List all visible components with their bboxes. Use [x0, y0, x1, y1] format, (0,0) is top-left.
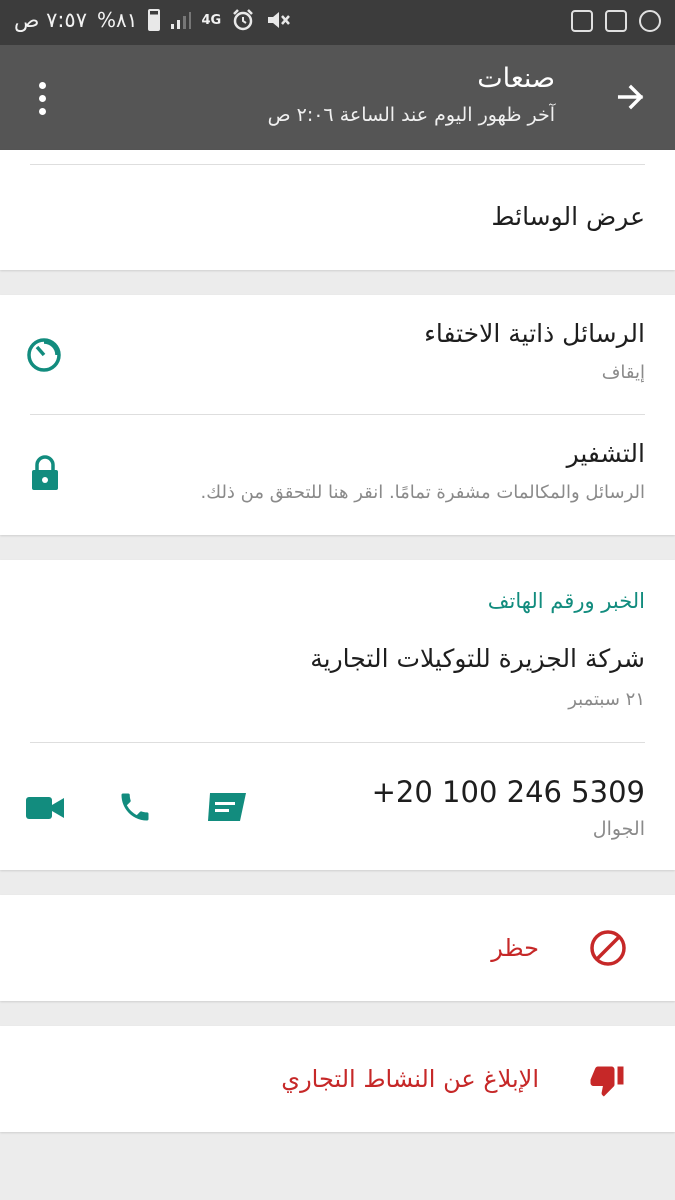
divider	[30, 164, 645, 165]
alarm-icon	[233, 9, 254, 31]
last-seen-text: آخر ظهور اليوم عند الساعة ٢:٠٦ ص	[267, 104, 555, 126]
network-type: 4G	[201, 12, 222, 28]
dot-icon	[38, 107, 46, 115]
media-card: عرض الوسائط	[0, 150, 675, 270]
report-card: الإبلاغ عن النشاط التجاري	[0, 1026, 675, 1132]
privacy-card: الرسائل ذاتية الاختفاء إيقاف التشفير الر…	[0, 295, 675, 535]
about-section-header: الخبر ورقم الهاتف	[487, 589, 645, 613]
encryption-description: الرسائل والمكالمات مشفرة تمامًا. انقر هن…	[200, 482, 645, 503]
message-icon[interactable]	[204, 788, 250, 828]
disappearing-messages-item[interactable]: الرسائل ذاتية الاختفاء إيقاف	[0, 295, 675, 413]
phone-item[interactable]: +20 100 246 5309 الجوال	[0, 743, 675, 870]
contact-title[interactable]: صنعات آخر ظهور اليوم عند الساعة ٢:٠٦ ص	[268, 61, 555, 129]
block-item[interactable]: حظر	[0, 895, 675, 1001]
thumbs-down-icon	[587, 1060, 627, 1100]
voice-call-icon[interactable]	[114, 786, 156, 828]
about-card: الخبر ورقم الهاتف شركة الجزيرة للتوكيلات…	[0, 560, 675, 870]
block-label: حظر	[491, 934, 539, 962]
more-options-button[interactable]	[22, 75, 62, 121]
video-call-icon[interactable]	[24, 788, 66, 828]
disappearing-title: الرسائل ذاتية الاختفاء	[424, 319, 645, 348]
app-bar: صنعات آخر ظهور اليوم عند الساعة ٢:٠٦ ص	[0, 45, 675, 150]
contact-name: صنعات	[477, 63, 555, 94]
screenshot-icon	[571, 10, 593, 32]
dot-icon	[38, 94, 46, 102]
arrow-forward-icon	[617, 84, 644, 110]
status-left: ٧:٥٧ ص %٨١ 4G	[14, 8, 291, 32]
block-icon	[587, 927, 629, 969]
disappearing-value: إيقاف	[601, 362, 645, 383]
status-time: ٧:٥٧ ص	[14, 8, 87, 32]
gallery-icon	[605, 10, 627, 32]
about-status-item[interactable]: شركة الجزيرة للتوكيلات التجارية ٢١ سبتمب…	[0, 630, 675, 740]
mute-icon	[268, 12, 291, 28]
status-bar: ٧:٥٧ ص %٨١ 4G	[0, 0, 675, 45]
dot-icon	[38, 81, 46, 89]
phone-number: +20 100 246 5309	[371, 775, 645, 809]
battery-percent: %٨١	[97, 8, 138, 32]
timer-icon	[24, 335, 64, 375]
back-button[interactable]	[607, 73, 655, 121]
messenger-icon	[639, 10, 661, 32]
block-card: حظر	[0, 895, 675, 1001]
status-right	[571, 10, 661, 32]
encryption-item[interactable]: التشفير الرسائل والمكالمات مشفرة تمامًا.…	[0, 415, 675, 535]
phone-type: الجوال	[592, 818, 645, 840]
encryption-title: التشفير	[566, 439, 645, 468]
lock-icon	[28, 453, 62, 493]
about-status-date: ٢١ سبتمبر	[568, 689, 645, 710]
about-status-text: شركة الجزيرة للتوكيلات التجارية	[310, 644, 645, 673]
view-media-item[interactable]: عرض الوسائط	[491, 200, 645, 234]
battery-icon	[147, 9, 160, 31]
report-label: الإبلاغ عن النشاط التجاري	[281, 1065, 539, 1093]
signal-icon	[170, 12, 191, 29]
report-business-item[interactable]: الإبلاغ عن النشاط التجاري	[0, 1026, 675, 1132]
